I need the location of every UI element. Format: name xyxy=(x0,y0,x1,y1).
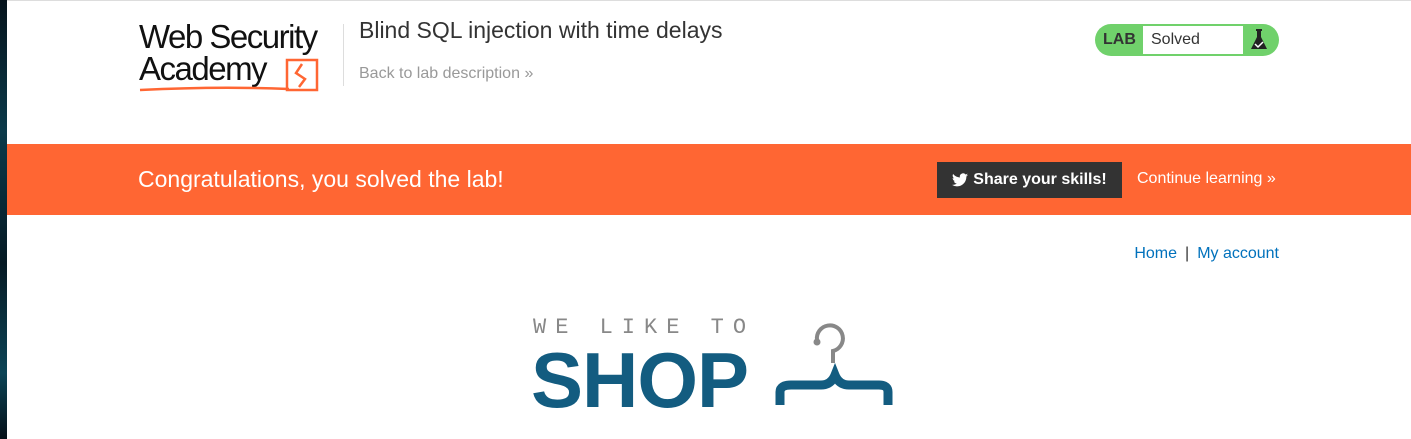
lab-status: Solved xyxy=(1143,26,1243,54)
solved-banner: Congratulations, you solved the lab! Sha… xyxy=(7,144,1411,215)
lab-status-badge: LAB Solved xyxy=(1095,24,1279,56)
double-chevron-right-icon: » xyxy=(1266,170,1276,187)
continue-learning-link[interactable]: Continue learning » xyxy=(1137,170,1276,188)
shop-logo: WE LIKE TO SHOP xyxy=(531,315,893,424)
continue-label: Continue learning xyxy=(1137,170,1263,187)
back-link-label: Back to lab description xyxy=(359,65,520,82)
twitter-icon xyxy=(952,173,969,187)
flask-check-icon xyxy=(1243,29,1275,51)
logo-bolt-icon xyxy=(139,58,319,92)
hanger-icon xyxy=(775,323,893,405)
page: Web Security Academy Blind SQL injection… xyxy=(7,0,1411,439)
desktop-edge xyxy=(0,0,7,439)
lab-label: LAB xyxy=(1103,31,1136,48)
congratulations-message: Congratulations, you solved the lab! xyxy=(138,166,504,192)
logo-line-1: Web Security xyxy=(139,18,318,55)
lab-title: Blind SQL injection with time delays xyxy=(359,17,723,43)
share-skills-button[interactable]: Share your skills! xyxy=(937,162,1122,198)
share-button-label: Share your skills! xyxy=(973,171,1107,188)
top-nav: Home | My account xyxy=(1134,245,1279,263)
nav-separator: | xyxy=(1185,245,1190,262)
academy-header: Web Security Academy Blind SQL injection… xyxy=(7,1,1411,143)
nav-my-account-link[interactable]: My account xyxy=(1197,245,1279,262)
nav-home-link[interactable]: Home xyxy=(1134,245,1177,262)
header-divider xyxy=(343,24,344,86)
double-chevron-right-icon: » xyxy=(524,65,534,82)
back-to-lab-description-link[interactable]: Back to lab description » xyxy=(359,65,533,83)
shop-name: SHOP xyxy=(531,336,749,424)
web-security-academy-logo[interactable]: Web Security Academy xyxy=(139,18,339,96)
